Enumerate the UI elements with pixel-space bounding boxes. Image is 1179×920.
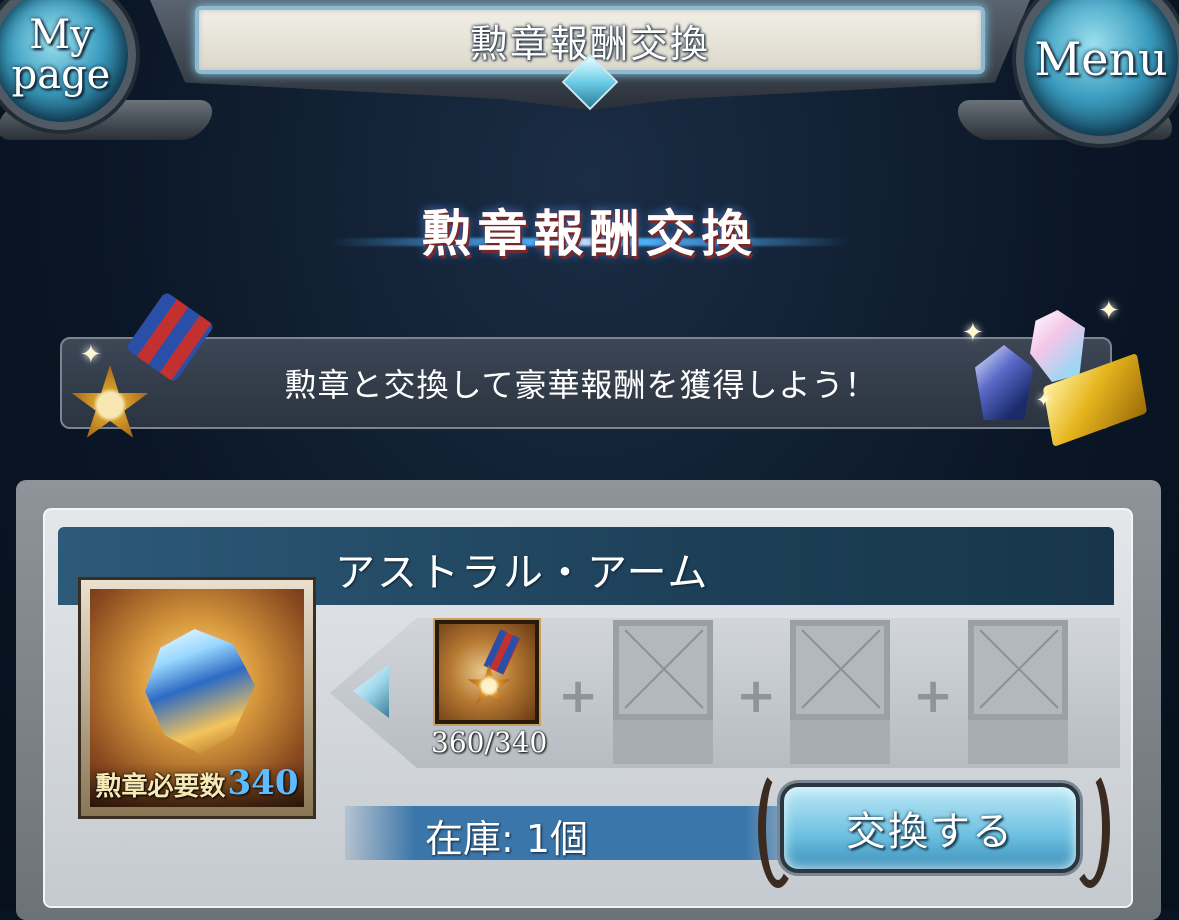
- plus-icon: +: [736, 668, 777, 724]
- item-name: アストラル・アーム: [335, 550, 710, 596]
- sparkle-icon: ✦: [1036, 390, 1052, 411]
- cost-slot-empty: [790, 620, 890, 720]
- cost-slot-empty: [968, 620, 1068, 720]
- section-heading: 勲章報酬交換: [0, 190, 1179, 270]
- menu-label: Menu: [1034, 32, 1168, 86]
- promo-banner-text: 勲章と交換して豪華報酬を獲得しよう！: [284, 366, 878, 404]
- section-heading-text: 勲章報酬交換: [421, 205, 758, 263]
- exchange-button-label: 交換する: [846, 809, 1014, 855]
- promo-banner: 勲章と交換して豪華報酬を獲得しよう！: [60, 337, 1112, 429]
- sparkle-icon: ✦: [962, 318, 984, 348]
- sparkle-icon: ✦: [1098, 296, 1120, 326]
- cost-slot-empty: [613, 620, 713, 720]
- cost-slot-base: [968, 720, 1068, 764]
- plus-icon: +: [558, 668, 599, 724]
- mypage-label: My page: [11, 12, 111, 98]
- medal-owned-progress: 360/340: [431, 726, 548, 759]
- stock-count: 在庫: 1個: [425, 817, 589, 861]
- astral-crystal-icon: [145, 629, 255, 754]
- cost-slot-base: [613, 720, 713, 764]
- required-medals-label: 勲章必要数 340: [90, 763, 304, 807]
- plus-icon: +: [913, 668, 954, 724]
- required-medals-text: 勲章必要数: [95, 772, 226, 802]
- exchange-button[interactable]: 交換する: [780, 783, 1080, 873]
- cost-slot-base: [790, 720, 890, 764]
- required-medals-count: 340: [227, 763, 299, 803]
- cost-slot-medal[interactable]: [433, 618, 541, 726]
- item-thumbnail-art: 勲章必要数 340: [90, 589, 304, 807]
- sparkle-icon: ✦: [80, 340, 102, 370]
- item-thumbnail[interactable]: 勲章必要数 340: [78, 577, 316, 819]
